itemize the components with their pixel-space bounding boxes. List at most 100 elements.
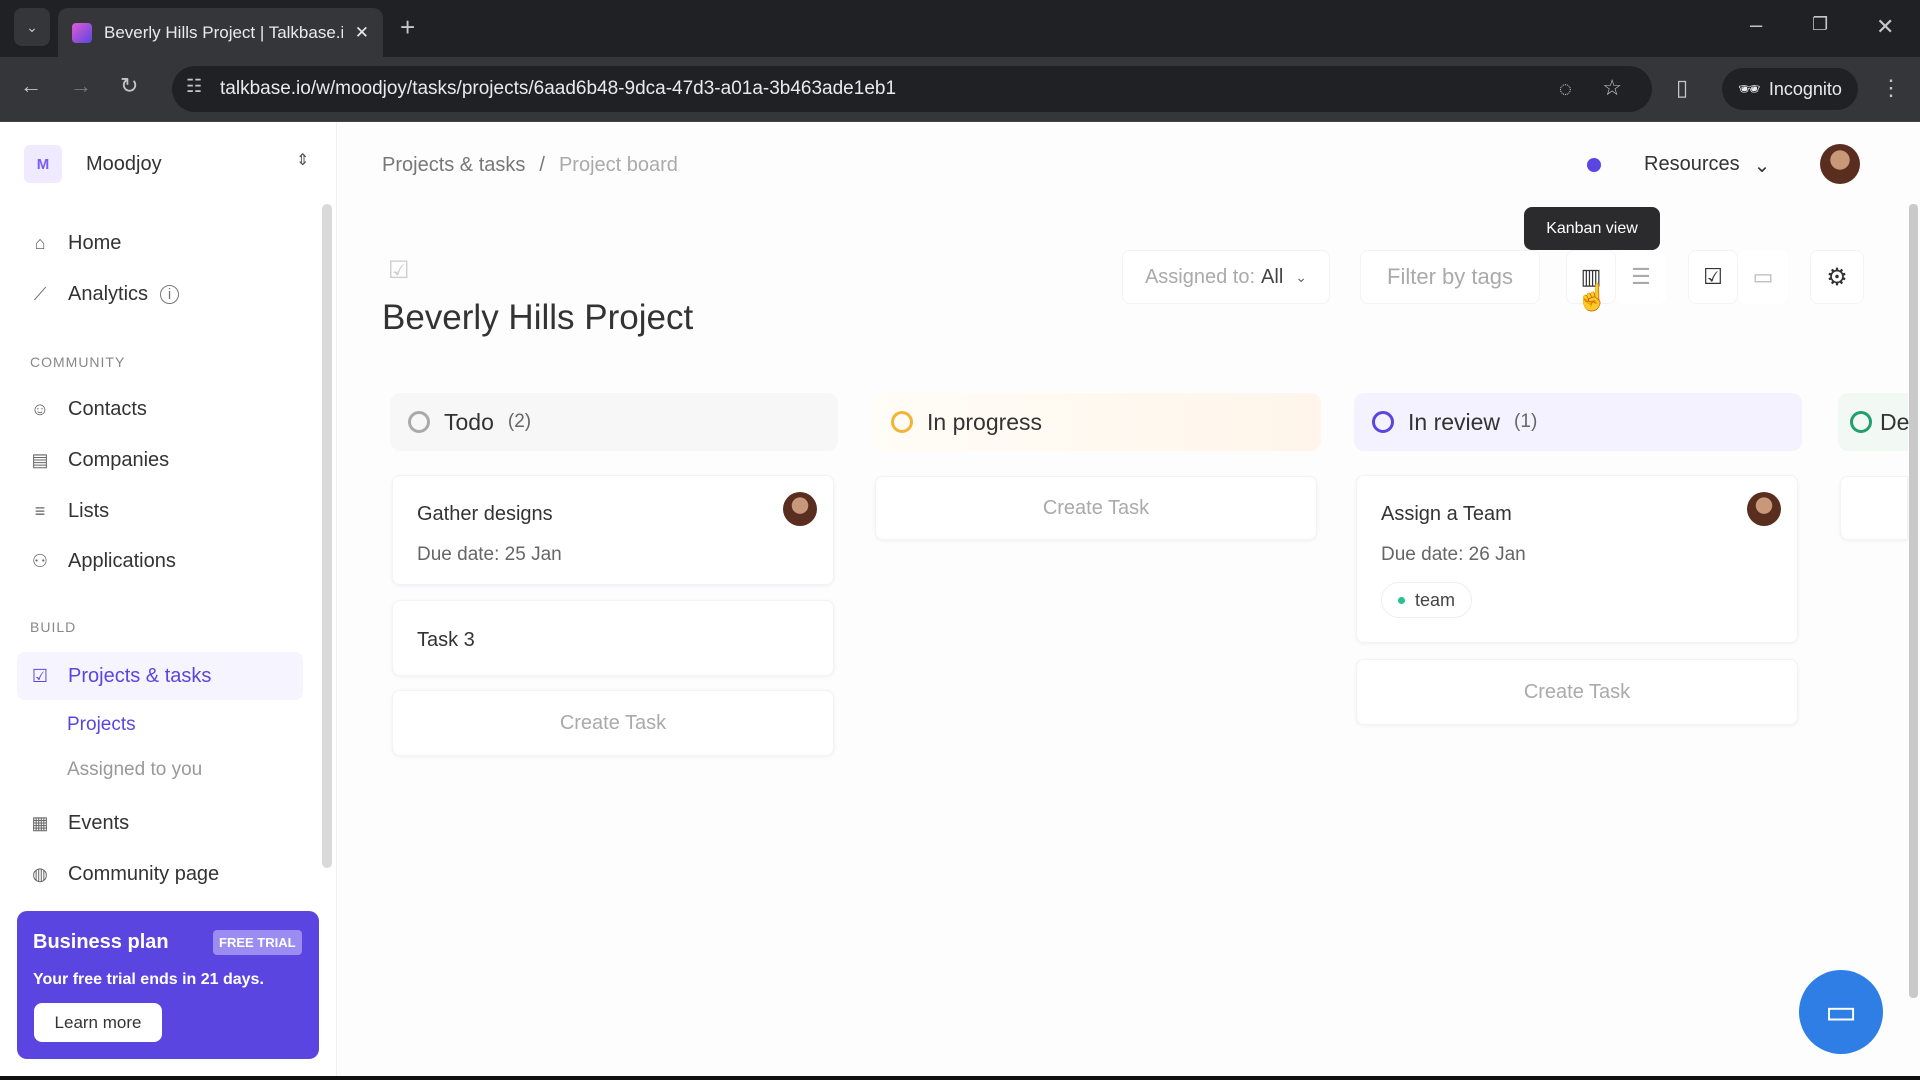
tag-dot-icon <box>1398 596 1405 604</box>
close-tab-icon[interactable]: ✕ <box>355 23 369 43</box>
eye-off-icon[interactable]: ◌ <box>1559 76 1572 102</box>
status-dot <box>1587 158 1601 172</box>
sidebar-item-lists[interactable]: ≡ Lists <box>30 500 109 523</box>
plan-title: Business plan <box>33 931 169 953</box>
breadcrumb-projects-tasks[interactable]: Projects & tasks <box>382 154 525 177</box>
bookmark-star-icon[interactable]: ☆ <box>1602 75 1622 101</box>
browser-tab-bar: ⌄ Beverly Hills Project | Talkbase.io ✕ … <box>0 0 1920 57</box>
user-plus-icon: ⚇ <box>31 551 49 571</box>
home-icon: ⌂ <box>34 233 46 253</box>
task-card[interactable]: Task 3 <box>392 600 834 676</box>
trial-text: Your free trial ends in 21 days. <box>33 971 264 988</box>
resources-label: Resources <box>1644 153 1740 175</box>
create-task-button[interactable]: Create Task <box>875 476 1317 540</box>
learn-more-button[interactable]: Learn more <box>34 1003 162 1042</box>
workspace-avatar: M <box>24 145 62 183</box>
list-icon: ≡ <box>34 501 46 521</box>
pointer-cursor-icon: ☝ <box>1576 282 1609 312</box>
tab-title: Beverly Hills Project | Talkbase.io <box>104 22 343 42</box>
page-title: Beverly Hills Project <box>382 298 694 337</box>
main-scrollbar[interactable] <box>1909 204 1918 998</box>
task-title: Gather designs <box>417 503 553 525</box>
chart-icon: ⟋ <box>33 284 47 304</box>
filter-by-tags-input[interactable]: Filter by tags <box>1360 250 1540 304</box>
column-count: (2) <box>507 411 532 432</box>
list-view-button[interactable]: ☰ <box>1616 250 1666 304</box>
chat-launcher-button[interactable]: ▭ <box>1799 970 1883 1054</box>
settings-button[interactable]: ⚙ <box>1810 250 1864 304</box>
contacts-icon: ☺ <box>30 399 50 419</box>
sidebar-item-contacts[interactable]: ☺ Contacts <box>30 398 147 421</box>
checkbox-icon: ☑ <box>31 666 49 686</box>
label: Applications <box>68 550 176 572</box>
task-due-date: Due date: 25 Jan <box>417 544 562 565</box>
sidebar-item-projects-tasks[interactable]: ☑ Projects & tasks <box>30 665 211 688</box>
archive-button[interactable]: ▭ <box>1738 250 1788 304</box>
forward-icon[interactable]: → <box>70 73 92 99</box>
task-card[interactable]: Assign a Team Due date: 26 Jan team <box>1356 475 1798 643</box>
rows-icon: ☰ <box>1631 264 1651 289</box>
user-avatar[interactable] <box>1820 144 1860 184</box>
create-task-button[interactable]: Create Task <box>392 690 834 756</box>
sidebar: M Moodjoy ⇕ ⌂ Home ⟋ Analytics i COMMUNITY … <box>0 122 337 1076</box>
sidebar-item-community-page[interactable]: ◍ Community page <box>30 863 219 886</box>
tab-search-button[interactable]: ⌄ <box>14 8 50 46</box>
archive-icon: ▭ <box>1752 264 1774 289</box>
label: Analytics <box>68 283 149 305</box>
task-card[interactable]: Gather designs Due date: 25 Jan <box>392 475 834 585</box>
section-community: COMMUNITY <box>30 354 126 370</box>
breadcrumb: Projects & tasks / Project board <box>382 154 678 177</box>
tasks-view-button[interactable]: ☑ <box>1688 250 1738 304</box>
clipboard-icon: ☑ <box>388 257 410 284</box>
new-tab-icon[interactable]: + <box>400 12 415 43</box>
chevron-down-icon: ⌄ <box>1295 268 1308 285</box>
label: Companies <box>68 449 170 471</box>
sidebar-item-analytics[interactable]: ⟋ Analytics i <box>30 283 180 306</box>
incognito-badge[interactable]: 🕶 Incognito <box>1722 68 1858 110</box>
url-field[interactable]: ☷ talkbase.io/w/moodjoy/tasks/projects/6… <box>172 66 1652 112</box>
create-task-button[interactable]: Create Task <box>1356 659 1798 725</box>
sidebar-item-events[interactable]: ▦ Events <box>30 812 129 835</box>
minimize-icon[interactable]: – <box>1750 12 1762 38</box>
browser-menu-icon[interactable]: ⋮ <box>1880 75 1902 101</box>
reload-icon[interactable]: ↻ <box>120 73 138 99</box>
back-icon[interactable]: ← <box>20 73 42 99</box>
sidebar-toggle-icon[interactable]: ▯ <box>1676 75 1688 101</box>
breadcrumb-separator: / <box>539 154 545 176</box>
sidebar-item-companies[interactable]: ▤ Companies <box>30 449 169 472</box>
restore-icon[interactable]: ❐ <box>1812 14 1828 35</box>
workspace-switch-icon[interactable]: ⇕ <box>296 150 309 170</box>
label: Events <box>68 812 130 834</box>
sidebar-item-applications[interactable]: ⚇ Applications <box>30 550 176 573</box>
site-info-icon[interactable]: ☷ <box>186 76 202 97</box>
column-done-header: De <box>1838 393 1909 451</box>
url-text: talkbase.io/w/moodjoy/tasks/projects/6aa… <box>220 78 897 99</box>
breadcrumb-project-board: Project board <box>558 154 678 176</box>
calendar-icon: ▦ <box>31 813 49 833</box>
workspace-name[interactable]: Moodjoy <box>86 153 162 176</box>
tag-label: team <box>1415 589 1456 610</box>
sidebar-subitem-assigned[interactable]: Assigned to you <box>67 759 202 781</box>
incognito-label: Incognito <box>1768 78 1842 99</box>
resources-dropdown[interactable]: Resources ⌄ <box>1644 153 1770 178</box>
task-title: Assign a Team <box>1381 503 1512 525</box>
business-plan-card: Business plan FREE TRIAL Your free trial… <box>17 911 319 1059</box>
column-name: In review <box>1408 408 1501 435</box>
task-card-clipped[interactable] <box>1840 476 1908 540</box>
tag-chip[interactable]: team <box>1381 582 1473 618</box>
talkbase-favicon-icon <box>72 22 92 43</box>
sidebar-item-home[interactable]: ⌂ Home <box>30 232 122 255</box>
sidebar-subitem-projects[interactable]: Projects <box>67 714 136 736</box>
sidebar-scrollbar[interactable] <box>322 204 332 868</box>
column-in-progress-header: In progress <box>873 393 1321 451</box>
info-icon[interactable]: i <box>160 285 180 304</box>
column-count: (1) <box>1514 411 1538 432</box>
close-window-icon[interactable]: ✕ <box>1876 14 1894 40</box>
task-title: Task 3 <box>417 629 475 651</box>
assigned-to-filter[interactable]: Assigned to: All ⌄ <box>1122 250 1330 304</box>
browser-tab[interactable]: Beverly Hills Project | Talkbase.io ✕ <box>58 8 383 57</box>
column-name: In progress <box>927 408 1043 435</box>
assigned-value: All <box>1261 265 1284 288</box>
assignee-avatar <box>1747 492 1781 526</box>
in-review-status-icon <box>1372 411 1394 433</box>
